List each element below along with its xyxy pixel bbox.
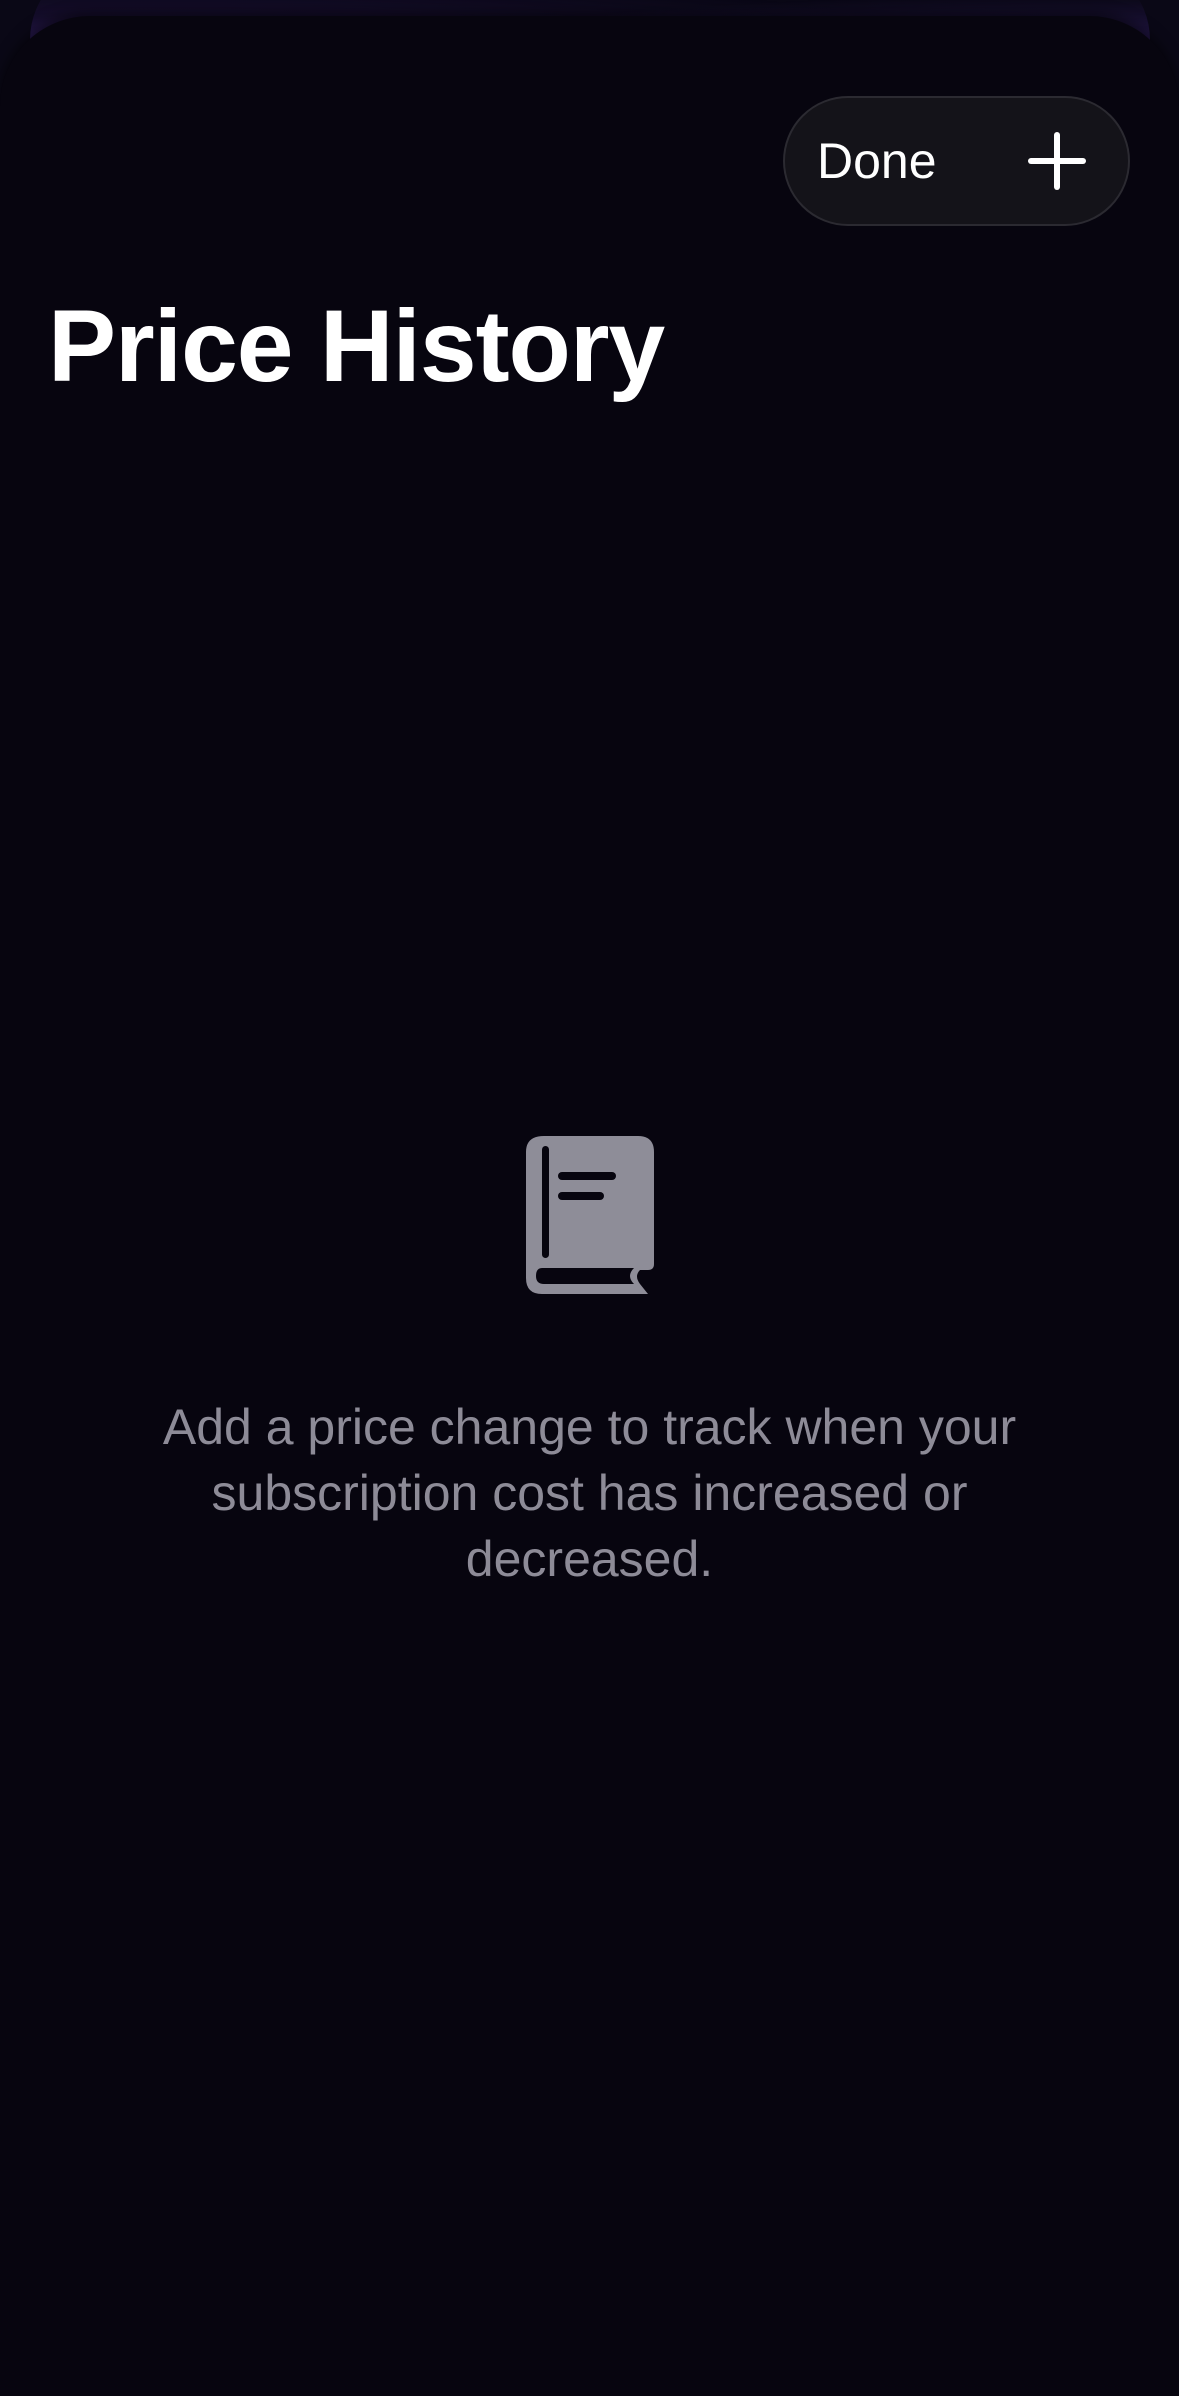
done-button[interactable]: Done [817,98,937,224]
page-title: Price History [48,289,665,403]
empty-state: Add a price change to track when your su… [0,1136,1179,1592]
toolbar-pill: Done [783,96,1130,226]
book-icon [525,1136,654,1294]
plus-icon [1028,132,1086,190]
add-price-change-button[interactable] [1016,120,1098,202]
price-history-sheet: Done Price History Add a price change to… [0,16,1179,2396]
empty-state-message: Add a price change to track when your su… [162,1399,1017,1587]
